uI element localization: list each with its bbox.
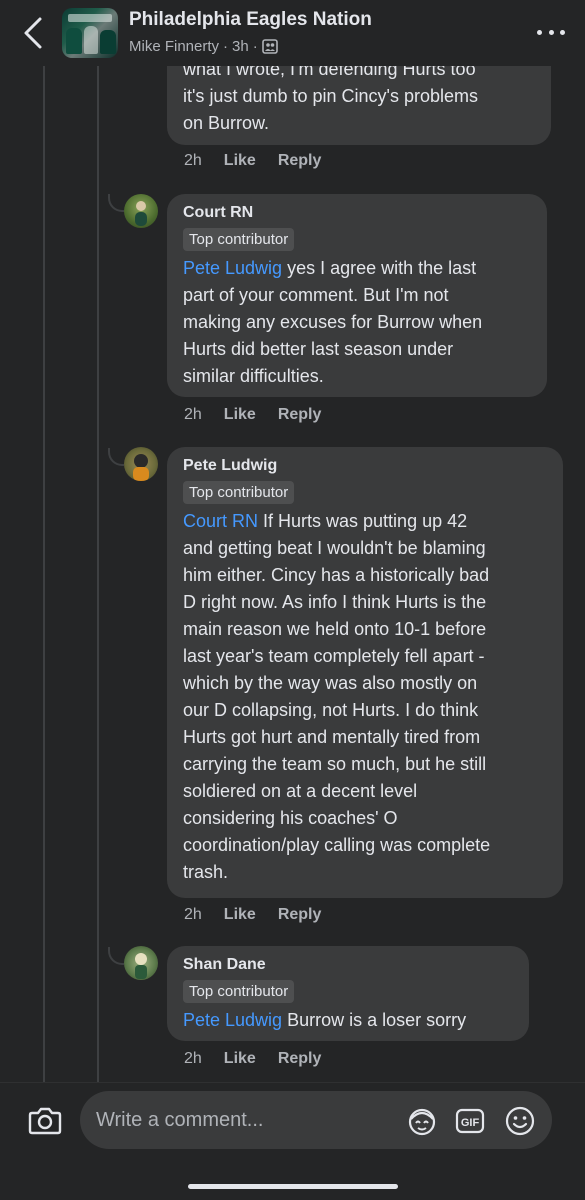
meta-separator: · — [252, 38, 258, 55]
like-button[interactable]: Like — [224, 406, 256, 424]
thread-connector — [108, 947, 124, 965]
comment-input-container[interactable]: GIF — [80, 1091, 552, 1149]
group-icon — [261, 39, 278, 54]
reply-button[interactable]: Reply — [278, 406, 322, 424]
meta-separator: · — [223, 38, 229, 55]
avatar[interactable] — [124, 194, 158, 228]
post-time: 3h — [232, 38, 249, 55]
more-icon[interactable] — [537, 22, 565, 42]
reply-button[interactable]: Reply — [278, 1050, 322, 1068]
thread-line — [43, 66, 45, 1082]
top-contributor-badge: Top contributor — [183, 980, 295, 1003]
post-author[interactable]: Mike Finnerty — [129, 38, 219, 55]
thread-connector — [108, 194, 124, 212]
svg-text:GIF: GIF — [461, 1117, 480, 1129]
like-button[interactable]: Like — [224, 152, 256, 170]
like-button[interactable]: Like — [224, 906, 256, 924]
mention-link[interactable]: Pete Ludwig — [183, 258, 282, 278]
post-meta: Mike Finnerty · 3h · — [129, 38, 278, 55]
comment-bubble: Court RN Top contributor Pete Ludwig yes… — [167, 194, 547, 397]
mention-link[interactable]: Court RN — [183, 511, 258, 531]
reply-button[interactable]: Reply — [278, 906, 322, 924]
thread-line — [97, 66, 99, 1082]
comment-input[interactable] — [96, 1107, 396, 1133]
group-thumbnail[interactable] — [62, 8, 118, 58]
avatar-sticker-icon[interactable] — [406, 1105, 438, 1137]
home-indicator — [188, 1184, 398, 1189]
group-name[interactable]: Philadelphia Eagles Nation — [129, 9, 372, 31]
comment-time: 2h — [184, 1050, 202, 1067]
avatar[interactable] — [124, 946, 158, 980]
chevron-left-icon[interactable] — [20, 16, 46, 50]
comment-text: Court RN If Hurts was putting up 42 and … — [183, 511, 491, 882]
comment-actions: 2h Like Reply — [184, 906, 321, 924]
comment-text: what I wrote, I'm defending Hurts too it… — [183, 59, 478, 133]
comment-time: 2h — [184, 152, 202, 169]
top-contributor-badge: Top contributor — [183, 481, 295, 504]
comment-author[interactable]: Shan Dane — [183, 956, 513, 974]
camera-icon[interactable] — [28, 1105, 62, 1135]
comment-time: 2h — [184, 406, 202, 423]
comment-composer-bar: GIF — [0, 1082, 585, 1200]
top-contributor-badge: Top contributor — [183, 228, 295, 251]
gif-icon[interactable]: GIF — [454, 1105, 486, 1137]
comment-author[interactable]: Court RN — [183, 204, 531, 222]
comment-bubble: Pete Ludwig Top contributor Court RN If … — [167, 447, 563, 898]
comment-author[interactable]: Pete Ludwig — [183, 457, 547, 475]
comment-actions: 2h Like Reply — [184, 406, 321, 424]
emoji-icon[interactable] — [504, 1105, 536, 1137]
comment-time: 2h — [184, 906, 202, 923]
comment-bubble: Shan Dane Top contributor Pete Ludwig Bu… — [167, 946, 529, 1041]
comment-text: Pete Ludwig yes I agree with the last pa… — [183, 258, 483, 386]
comment-text: Pete Ludwig Burrow is a loser sorry — [183, 1010, 467, 1030]
thread-connector — [108, 448, 124, 466]
comment-actions: 2h Like Reply — [184, 152, 321, 170]
reply-button[interactable]: Reply — [278, 152, 322, 170]
top-bar: Philadelphia Eagles Nation Mike Finnerty… — [0, 0, 585, 66]
like-button[interactable]: Like — [224, 1050, 256, 1068]
mention-link[interactable]: Pete Ludwig — [183, 1010, 282, 1030]
avatar[interactable] — [124, 447, 158, 481]
comment-actions: 2h Like Reply — [184, 1050, 321, 1068]
